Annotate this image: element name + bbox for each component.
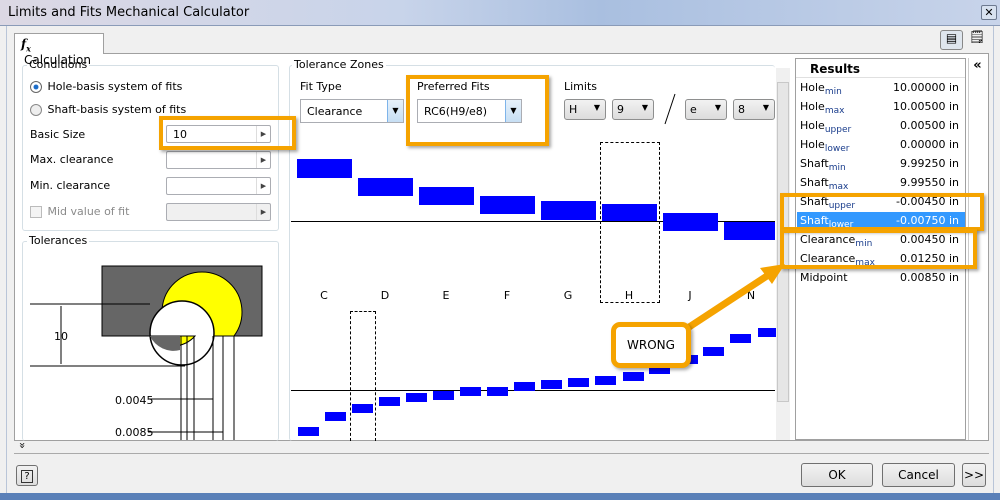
function-icon: fx: [21, 37, 31, 54]
tab-label: Calculation: [24, 53, 91, 68]
callout-arrow: [678, 264, 785, 336]
wrong-callout: WRONG: [611, 322, 691, 368]
tab-calculation[interactable]: fx Calculation: [14, 33, 104, 67]
